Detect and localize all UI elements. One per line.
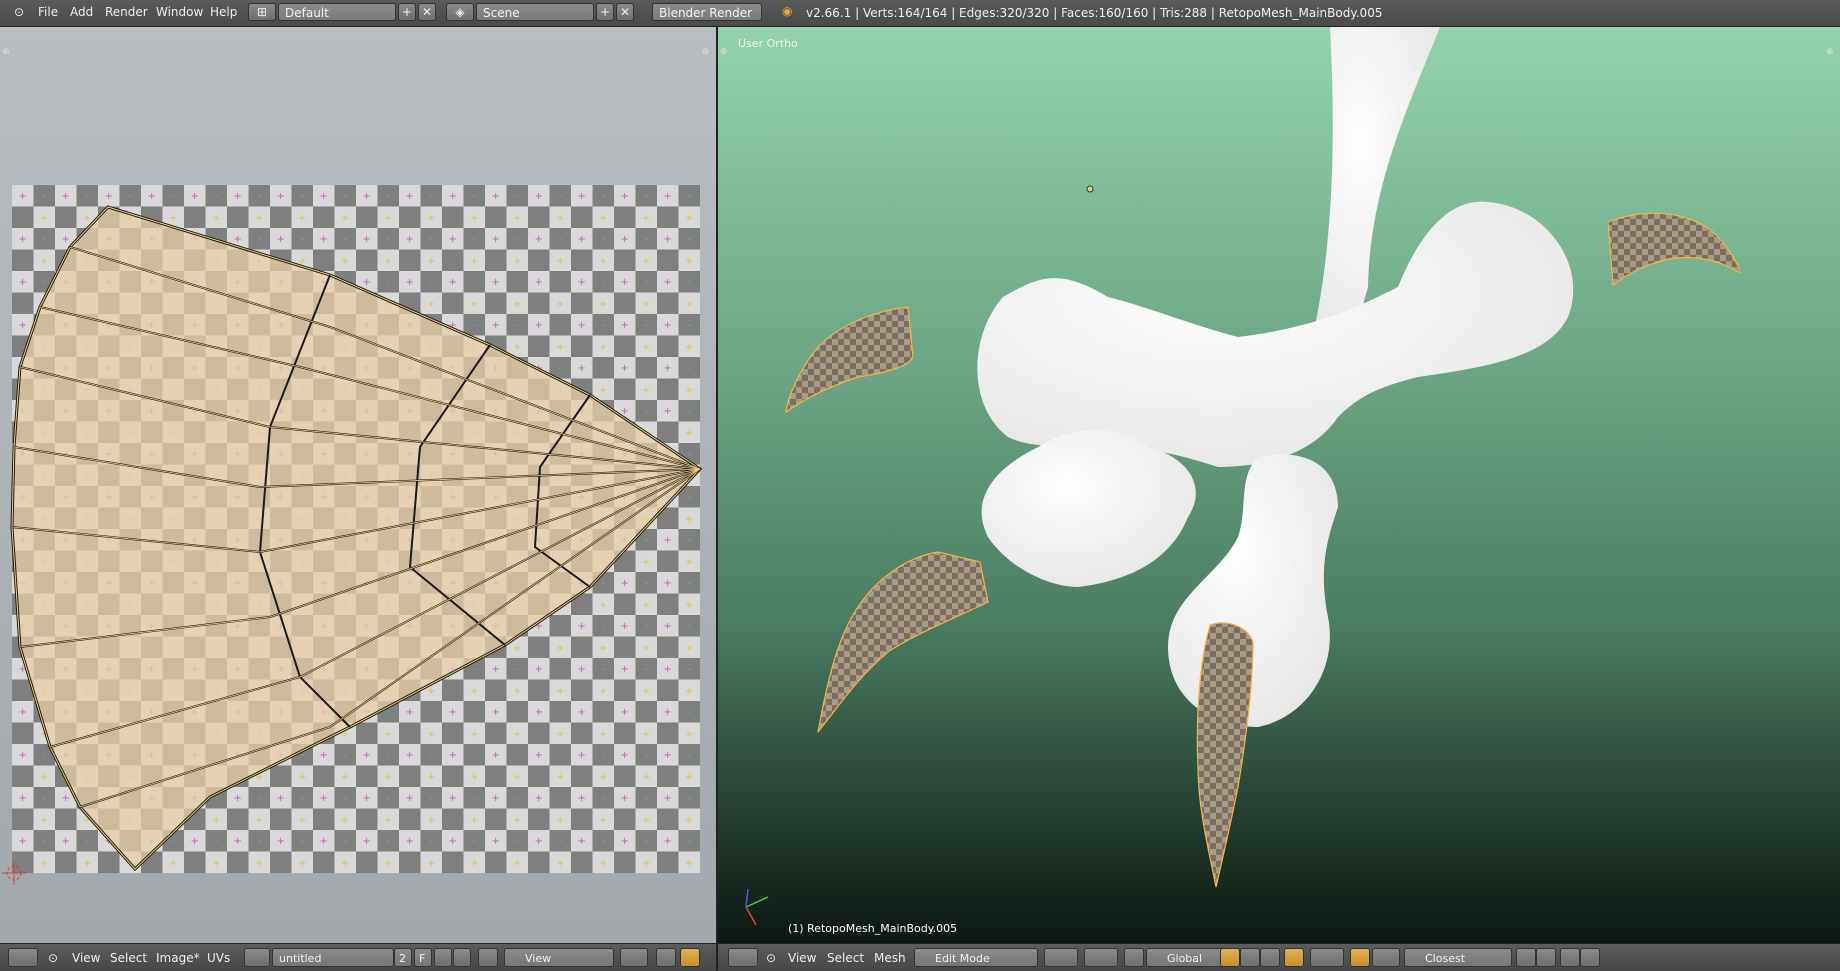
unlink-image-button[interactable] [453, 948, 471, 967]
menu-help[interactable]: Help [210, 5, 237, 19]
interaction-mode-select[interactable]: Edit Mode [914, 948, 1038, 967]
view3d-menu-select[interactable]: Select [827, 951, 864, 965]
snap-toggle-icon[interactable] [1350, 948, 1370, 967]
snap-element-icon[interactable] [1372, 948, 1400, 967]
transform-orientation-select[interactable]: Global [1146, 948, 1228, 967]
uv-select-mode-icon[interactable] [680, 948, 700, 967]
sync-selection-icon[interactable] [656, 948, 676, 967]
image-users-count: 2 [394, 948, 412, 967]
claw-body-mesh [977, 27, 1574, 727]
project-individual-icon[interactable] [1536, 948, 1556, 967]
blender-logo-icon: ◉ [782, 4, 793, 18]
face-select-icon[interactable] [1260, 948, 1280, 967]
new-image-button[interactable] [434, 948, 452, 967]
remove-scene-button[interactable]: ✕ [616, 3, 634, 21]
screen-layout-field[interactable]: Default [278, 3, 396, 21]
uv-editor-header: ⊙ View Select Image* UVs untitled 2 F Vi… [0, 943, 716, 971]
fake-user-toggle[interactable]: F [414, 948, 432, 967]
3d-viewport[interactable]: User Ortho ⊕ ⊕ (1) RetopoMesh_MainBody.0… [718, 27, 1840, 943]
menu-file[interactable]: File [38, 5, 58, 19]
proportional-editing-icon[interactable] [1310, 948, 1344, 967]
claw-talon-center-bottom[interactable] [1196, 622, 1254, 888]
render-engine-select[interactable]: Blender Render [652, 3, 762, 21]
3d-view-header: ⊙ View Select Mesh Edit Mode Global Clos… [718, 943, 1840, 971]
snap-options-icon[interactable] [1516, 948, 1536, 967]
image-name-field[interactable]: untitled [272, 948, 394, 967]
info-header: ⊙ File Add Render Window Help ⊞ Default … [0, 0, 1840, 27]
uv-menu-uvs[interactable]: UVs [207, 951, 230, 965]
blender-menu-icon[interactable]: ⊙ [14, 5, 24, 19]
image-browse-icon[interactable] [244, 948, 270, 967]
view3d-menu-mesh[interactable]: Mesh [874, 951, 906, 965]
snap-target-select[interactable]: Closest [1404, 948, 1512, 967]
screen-layout-icon[interactable]: ⊞ [248, 3, 276, 21]
edge-select-icon[interactable] [1240, 948, 1260, 967]
header-toggle-icon[interactable]: ⊙ [766, 951, 776, 965]
pivot-point-icon[interactable] [1084, 948, 1118, 967]
claw-talon-left-bottom[interactable] [817, 551, 989, 733]
manipulator-icon[interactable] [1124, 948, 1144, 967]
3d-cursor-icon[interactable] [1086, 185, 1094, 193]
viewport-shading-icon[interactable] [1044, 948, 1078, 967]
mesh-render[interactable] [718, 27, 1840, 943]
pivot-icon[interactable] [620, 948, 648, 967]
editor-type-icon[interactable] [8, 948, 38, 967]
menu-add[interactable]: Add [70, 5, 93, 19]
menu-render[interactable]: Render [105, 5, 148, 19]
uv-canvas[interactable]: + + - - [0, 27, 716, 943]
vertex-select-icon[interactable] [1220, 948, 1240, 967]
pin-image-icon[interactable] [478, 948, 498, 967]
remove-screen-button[interactable]: ✕ [418, 3, 436, 21]
claw-talon-left-top[interactable] [785, 306, 914, 414]
scene-icon[interactable]: ◈ [446, 3, 474, 21]
uv-image-editor[interactable]: ⊕ ⊕ + + - - [0, 27, 716, 943]
add-scene-button[interactable]: + [596, 3, 614, 21]
uv-menu-image[interactable]: Image* [156, 951, 200, 965]
view-mode-select[interactable]: View [504, 948, 614, 967]
render-animation-icon[interactable] [1580, 948, 1600, 967]
claw-talon-right-top[interactable] [1607, 212, 1741, 287]
uv-menu-view[interactable]: View [72, 951, 100, 965]
limit-selection-visible-icon[interactable] [1284, 948, 1304, 967]
active-object-label: (1) RetopoMesh_MainBody.005 [788, 922, 958, 935]
view3d-menu-view[interactable]: View [788, 951, 816, 965]
scene-statistics: v2.66.1 | Verts:164/164 | Edges:320/320 … [806, 6, 1383, 20]
axis-gizmo-icon [745, 888, 769, 926]
menu-window[interactable]: Window [156, 5, 203, 19]
editor-type-icon[interactable] [728, 948, 758, 967]
uv-menu-select[interactable]: Select [110, 951, 147, 965]
scene-field[interactable]: Scene [476, 3, 594, 21]
render-still-icon[interactable] [1560, 948, 1580, 967]
header-toggle-icon[interactable]: ⊙ [48, 951, 58, 965]
add-screen-button[interactable]: + [398, 3, 416, 21]
